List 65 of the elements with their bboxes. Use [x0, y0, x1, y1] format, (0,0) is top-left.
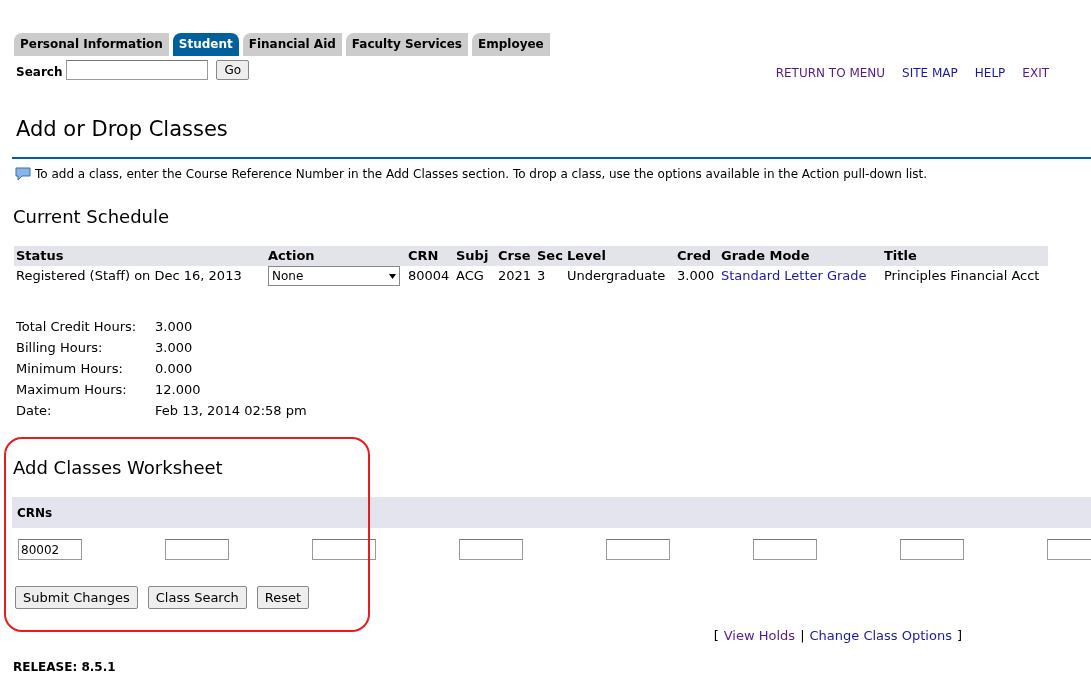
nav-link[interactable]: SITE MAP: [902, 64, 958, 82]
separator-text: |: [800, 627, 805, 645]
crn-header: CRNs: [17, 504, 53, 522]
form-button[interactable]: Reset: [256, 586, 310, 609]
summary-value: 3.000: [155, 339, 194, 357]
nav-link[interactable]: EXIT: [1022, 64, 1049, 82]
form-button[interactable]: Submit Changes: [15, 586, 138, 609]
bracket-text: [: [713, 627, 719, 645]
grade-mode-link[interactable]: Standard Letter Grade: [721, 268, 867, 284]
nav-tab[interactable]: Student: [172, 33, 239, 56]
table-cell-text: Registered (Staff) on Dec 16, 2013: [15, 267, 243, 286]
nav-tab[interactable]: Financial Aid: [242, 33, 342, 56]
nav-link[interactable]: RETURN TO MENU: [775, 64, 886, 82]
table-cell-text: 2021: [497, 267, 533, 286]
release-text: RELEASE: 8.5.1: [13, 658, 117, 676]
crn-field[interactable]: [165, 539, 229, 560]
crn-field[interactable]: [312, 539, 376, 560]
summary-value: 12.000: [155, 381, 202, 399]
dropdown-caret-icon: [389, 273, 396, 279]
info-text: To add a class, enter the Course Reference Number in the Add Classes section. To drop a class, use the options available in the Action pull-down list.: [35, 166, 928, 183]
crn-field[interactable]: [606, 539, 670, 560]
summary-value: 0.000: [155, 360, 194, 378]
column-header: Title: [882, 246, 1048, 266]
summary-label: Maximum Hours:: [16, 381, 128, 399]
action-dropdown[interactable]: None: [268, 266, 400, 286]
table-cell-text: 80004: [407, 267, 451, 286]
column-header: Sec: [535, 246, 565, 266]
nav-link[interactable]: HELP: [974, 64, 1006, 82]
summary-value: 3.000: [155, 318, 194, 336]
column-header: Subj: [454, 246, 496, 266]
speech-bubble-icon: [15, 167, 31, 181]
nav-tab[interactable]: Employee: [472, 33, 550, 56]
table-cell-text: 3: [536, 267, 547, 286]
summary-label: Minimum Hours:: [16, 360, 124, 378]
search-label: Search: [16, 64, 63, 81]
bracket-text: ]: [956, 627, 962, 645]
column-header: CRN: [406, 246, 454, 266]
table-cell-text: ACG: [455, 267, 485, 286]
form-button[interactable]: Class Search: [147, 586, 247, 609]
crn-field[interactable]: 80002: [18, 539, 82, 560]
table-cell-text: 3.000: [676, 267, 716, 286]
summary-label: Date:: [16, 402, 53, 420]
summary-value: Feb 13, 2014 02:58 pm: [155, 402, 308, 420]
search-field[interactable]: [66, 60, 209, 80]
go-button[interactable]: Go: [216, 60, 250, 80]
column-header: Cred: [675, 246, 719, 266]
section-heading: Current Schedule: [13, 205, 171, 229]
summary-label: Billing Hours:: [16, 339, 104, 357]
footer-link[interactable]: Change Class Options: [809, 626, 952, 646]
column-header: Action: [266, 246, 406, 266]
nav-tab[interactable]: Faculty Services: [345, 33, 468, 56]
summary-label: Total Credit Hours:: [16, 318, 138, 336]
crn-field[interactable]: [459, 539, 523, 560]
table-cell-text: Undergraduate: [566, 267, 667, 286]
column-header: Level: [565, 246, 675, 266]
column-header: Grade Mode: [719, 246, 882, 266]
footer-link[interactable]: View Holds: [723, 626, 796, 646]
table-cell-text: Principles Financial Acct: [883, 267, 1041, 286]
crn-field[interactable]: [900, 539, 964, 560]
nav-tab[interactable]: Personal Information: [14, 33, 169, 56]
column-header: Crse: [496, 246, 535, 266]
column-header: Status: [14, 246, 266, 266]
section-heading: Add Classes Worksheet: [13, 456, 224, 480]
crn-field[interactable]: [753, 539, 817, 560]
page-title: Add or Drop Classes: [16, 116, 229, 143]
